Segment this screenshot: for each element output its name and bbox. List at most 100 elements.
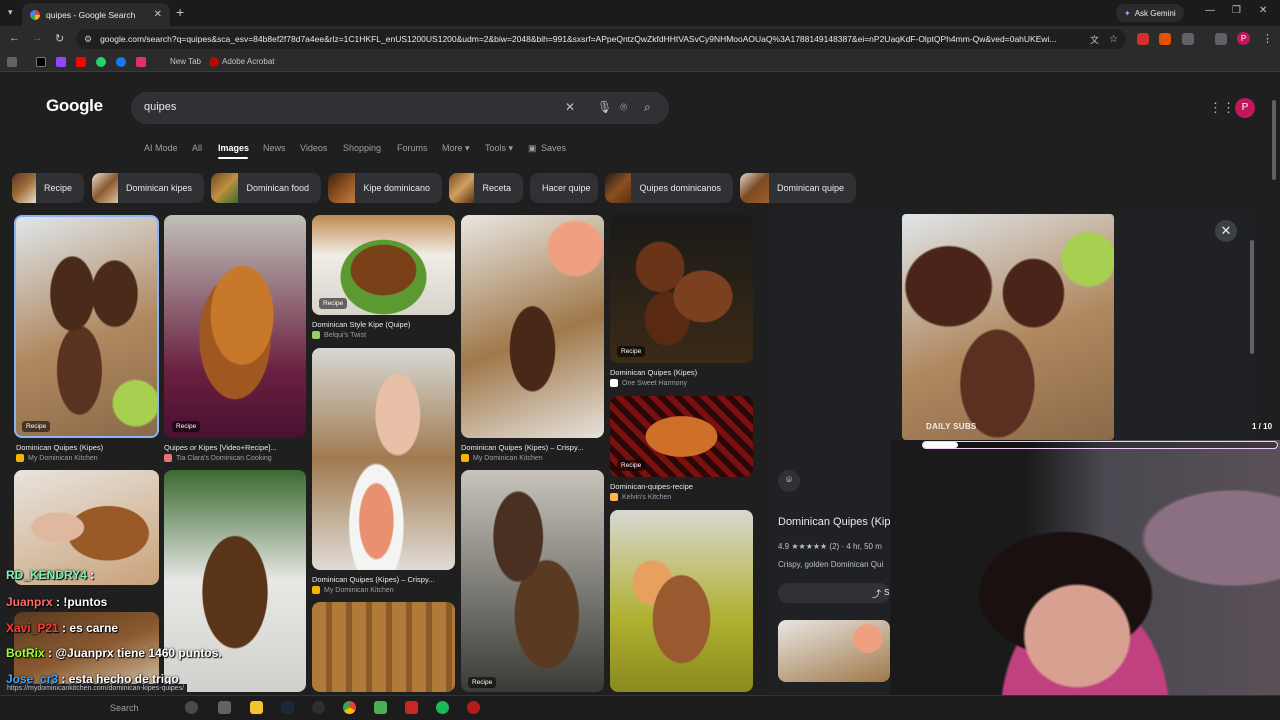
taskbar-explorer-icon[interactable]	[250, 701, 263, 714]
tab-tools[interactable]: Tools ▾	[485, 143, 513, 154]
taskbar-search-label[interactable]: Search	[110, 703, 139, 713]
search-icon[interactable]: ⌕	[644, 100, 651, 115]
preview-title[interactable]: Dominican Quipes (Kip	[778, 516, 890, 528]
chat-message: BotRix : @Juanprx tiene 1460 puntos.	[6, 646, 222, 660]
back-icon[interactable]: ←	[9, 32, 20, 44]
chip-kipe-dominicano[interactable]: Kipe dominicano	[328, 173, 442, 203]
facebook-icon[interactable]	[116, 57, 126, 67]
preview-image[interactable]	[902, 214, 1114, 440]
taskbar-steam-icon[interactable]	[281, 701, 294, 714]
search-query[interactable]: quipes	[144, 101, 176, 113]
result-title-3[interactable]: Dominican Style Kipe (Quipe)	[312, 320, 454, 329]
apps-grid-icon[interactable]	[7, 57, 17, 67]
address-bar[interactable]: ⚙ google.com/search?q=quipes&sca_esv=84b…	[76, 29, 1126, 49]
twitch-icon[interactable]	[56, 57, 66, 67]
chip-dominican-quipe[interactable]: Dominican quipe	[740, 173, 856, 203]
google-apps-icon[interactable]: ⋮⋮	[1209, 100, 1235, 116]
chip-dominican-kipes[interactable]: Dominican kipes	[92, 173, 204, 203]
reading-list-icon[interactable]	[1215, 33, 1227, 45]
chip-dominican-food[interactable]: Dominican food	[211, 173, 321, 203]
result-source-5[interactable]: My Dominican Kitchen	[461, 454, 543, 462]
share-button[interactable]: ⤴ S	[778, 583, 890, 603]
result-image-5[interactable]	[461, 215, 604, 438]
extension-orange-icon[interactable]	[1159, 33, 1171, 45]
close-preview-icon[interactable]: ✕	[1215, 220, 1237, 242]
search-box[interactable]: quipes ✕ 🎙 ⌾ ⌕	[131, 92, 669, 124]
result-title-4[interactable]: Dominican Quipes (Kipes) – Crispy...	[312, 575, 454, 584]
result-source-7[interactable]: Kelvin's Kitchen	[610, 493, 671, 501]
taskbar-app-icon[interactable]	[374, 701, 387, 714]
x-icon[interactable]	[36, 57, 46, 67]
tab-saves[interactable]: Saves	[541, 143, 566, 153]
google-account-avatar[interactable]: P	[1235, 98, 1255, 118]
minimize-icon[interactable]: —	[1205, 5, 1215, 16]
result-image-6[interactable]	[610, 215, 753, 363]
bookmark-adobe-acrobat[interactable]: Adobe Acrobat	[222, 57, 274, 66]
taskbar-taskview-icon[interactable]	[218, 701, 231, 714]
result-image-10[interactable]	[312, 602, 455, 692]
chip-receta[interactable]: Receta	[449, 173, 523, 203]
result-source-2[interactable]: Tia Clara's Dominican Cooking	[164, 454, 272, 462]
instagram-icon[interactable]	[136, 57, 146, 67]
browser-tab[interactable]: quipes - Google Search ✕	[22, 3, 170, 26]
page-scrollbar[interactable]	[1272, 100, 1276, 180]
profile-avatar[interactable]: P	[1237, 32, 1250, 45]
tab-search-icon[interactable]: ▾	[8, 7, 13, 18]
whatsapp-icon[interactable]	[96, 57, 106, 67]
voice-search-icon[interactable]: 🎙	[597, 100, 612, 114]
taskbar-record-icon[interactable]	[467, 701, 480, 714]
extension-red-icon[interactable]	[1137, 33, 1149, 45]
google-logo[interactable]: Google	[46, 96, 103, 116]
result-image-1[interactable]	[14, 215, 159, 438]
chrome-menu-icon[interactable]: ⋮	[1262, 32, 1273, 45]
reload-icon[interactable]: ↻	[55, 32, 64, 45]
lens-icon[interactable]: ⌾	[778, 470, 800, 492]
taskbar-flash-icon[interactable]	[405, 701, 418, 714]
ask-gemini-button[interactable]: ✦ Ask Gemini	[1116, 4, 1184, 22]
tab-news[interactable]: News	[263, 143, 286, 153]
tab-close-icon[interactable]: ✕	[154, 9, 162, 20]
result-image-2[interactable]	[164, 215, 306, 438]
taskbar-spotify-icon[interactable]	[436, 701, 449, 714]
result-title-2[interactable]: Quipes or Kipes [Video+Recipe]...	[164, 443, 306, 452]
saves-icon[interactable]: ▣	[528, 143, 537, 154]
maximize-icon[interactable]: ❐	[1232, 5, 1241, 16]
tab-shopping[interactable]: Shopping	[343, 143, 381, 153]
preview-related-image[interactable]	[778, 620, 890, 682]
result-title-1[interactable]: Dominican Quipes (Kipes)	[16, 443, 158, 452]
window-close-icon[interactable]: ✕	[1259, 5, 1267, 16]
result-image-4[interactable]	[312, 348, 455, 570]
result-source-4[interactable]: My Dominican Kitchen	[312, 586, 394, 594]
result-title-6[interactable]: Dominican Quipes (Kipes)	[610, 368, 752, 377]
tab-all[interactable]: All	[192, 143, 202, 153]
result-source-6[interactable]: One Sweet Harmony	[610, 379, 687, 387]
tab-images[interactable]: Images	[218, 143, 249, 153]
chip-quipes-dominicanos[interactable]: Quipes dominicanos	[605, 173, 733, 203]
preview-scrollbar[interactable]	[1250, 240, 1254, 354]
forward-icon[interactable]: →	[32, 32, 43, 44]
taskbar-chrome-icon[interactable]	[343, 701, 356, 714]
clear-search-icon[interactable]: ✕	[565, 100, 575, 114]
bookmark-new-tab[interactable]: New Tab	[170, 57, 201, 66]
youtube-icon[interactable]	[76, 57, 86, 67]
chip-hacer-quipe[interactable]: Hacer quipe	[530, 173, 598, 203]
result-image-11[interactable]	[461, 470, 604, 692]
tab-forums[interactable]: Forums	[397, 143, 428, 153]
tab-more[interactable]: More ▾	[442, 143, 470, 154]
taskbar-obs-icon[interactable]	[312, 701, 325, 714]
new-tab-icon[interactable]: +	[176, 4, 184, 20]
result-title-5[interactable]: Dominican Quipes (Kipes) – Crispy...	[461, 443, 603, 452]
site-info-icon[interactable]: ⚙	[84, 34, 92, 45]
bookmark-star-icon[interactable]: ☆	[1109, 34, 1118, 45]
taskbar-browser-icon[interactable]	[185, 701, 198, 714]
result-source-1[interactable]: My Dominican Kitchen	[16, 454, 98, 462]
result-source-3[interactable]: Belqui's Twist	[312, 331, 366, 339]
result-title-7[interactable]: Dominican-quipes-recipe	[610, 482, 752, 491]
translate-icon[interactable]: 文	[1090, 33, 1099, 46]
result-image-12[interactable]	[610, 510, 753, 692]
tab-videos[interactable]: Videos	[300, 143, 327, 153]
lens-search-icon[interactable]: ⌾	[620, 100, 627, 115]
extensions-puzzle-icon[interactable]	[1182, 33, 1194, 45]
chip-recipe[interactable]: Recipe	[12, 173, 84, 203]
tab-ai-mode[interactable]: AI Mode	[144, 143, 178, 153]
